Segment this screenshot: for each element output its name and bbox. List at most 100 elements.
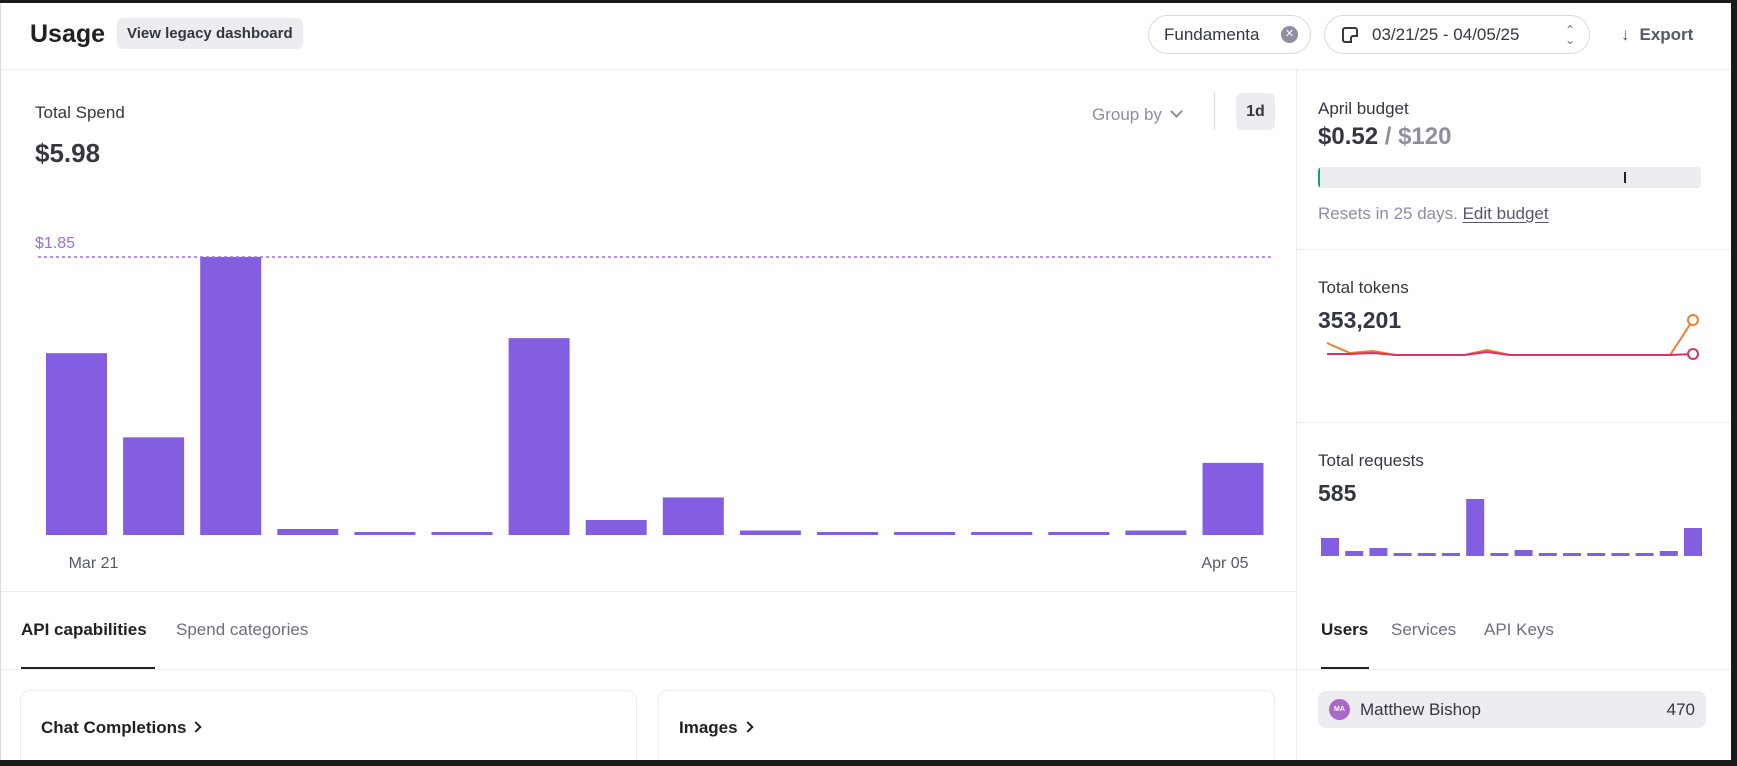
chevron-right-icon bbox=[741, 721, 754, 733]
user-name: Matthew Bishop bbox=[1360, 700, 1481, 719]
spend-bar bbox=[1048, 531, 1110, 535]
requests-bar bbox=[1611, 553, 1630, 556]
user-request-count: 470 bbox=[1666, 700, 1695, 719]
requests-bar bbox=[1684, 528, 1702, 556]
requests-bar bbox=[1417, 553, 1436, 556]
chat-completions-title[interactable]: Chat Completions bbox=[41, 718, 203, 738]
spend-bar bbox=[894, 531, 956, 535]
budget-limit: $120 bbox=[1398, 123, 1452, 150]
stats-column: April budget $0.52 / $120 Resets in 25 d… bbox=[1297, 70, 1731, 592]
download-icon: ↓ bbox=[1621, 25, 1630, 44]
requests-bar bbox=[1321, 538, 1339, 556]
budget-card: April budget $0.52 / $120 Resets in 25 d… bbox=[1297, 70, 1731, 250]
requests-bar bbox=[1345, 551, 1364, 556]
avatar: MA bbox=[1329, 699, 1350, 720]
spend-bar bbox=[200, 257, 262, 535]
spend-bar bbox=[817, 531, 878, 535]
date-range-label: 03/21/25 - 04/05/25 bbox=[1372, 24, 1520, 44]
spend-bar bbox=[508, 338, 570, 535]
edit-budget-link[interactable]: Edit budget bbox=[1463, 204, 1549, 223]
tab-services[interactable]: Services bbox=[1391, 620, 1456, 640]
chevron-right-icon bbox=[190, 721, 203, 733]
page-header: Usage View legacy dashboard Fundamenta ✕… bbox=[1, 3, 1731, 70]
active-tab-indicator bbox=[1321, 667, 1369, 669]
calendar-icon bbox=[1342, 26, 1358, 43]
requests-bar bbox=[1635, 553, 1654, 556]
breakdown-section: Users Services API Keys MA Matthew Bisho… bbox=[1297, 592, 1731, 760]
budget-threshold-marker bbox=[1624, 172, 1627, 183]
budget-label: April budget bbox=[1318, 99, 1409, 118]
user-row[interactable]: MA Matthew Bishop 470 bbox=[1318, 691, 1706, 728]
date-range-picker[interactable]: 03/21/25 - 04/05/25 ⌃ ⌄ bbox=[1324, 15, 1590, 54]
images-title[interactable]: Images bbox=[679, 718, 754, 738]
group-by-dropdown[interactable]: Group by bbox=[1092, 105, 1183, 125]
total-requests-card: Total requests 585 bbox=[1297, 423, 1731, 592]
tokens-series-line bbox=[1326, 319, 1694, 356]
requests-bar bbox=[1659, 551, 1678, 556]
spend-bar bbox=[46, 353, 107, 535]
tab-users[interactable]: Users bbox=[1321, 620, 1368, 640]
spend-bar bbox=[431, 531, 493, 535]
chat-completions-label: Chat Completions bbox=[41, 718, 187, 737]
requests-bar bbox=[1369, 548, 1388, 556]
budget-progress-bar bbox=[1318, 167, 1701, 188]
spend-bar bbox=[277, 528, 339, 535]
images-card[interactable]: Images bbox=[658, 690, 1275, 760]
spend-bar-chart: $1.85 Mar 21 Apr 05 bbox=[35, 235, 1271, 572]
export-button[interactable]: ↓ Export bbox=[1621, 25, 1693, 45]
tab-spend-categories[interactable]: Spend categories bbox=[176, 620, 308, 640]
tokens-series-endpoint bbox=[1687, 348, 1699, 360]
chevron-updown-icon: ⌃ ⌄ bbox=[1564, 23, 1575, 47]
capabilities-tabs: API capabilities Spend categories bbox=[1, 592, 1296, 670]
requests-mini-bar-chart bbox=[1321, 499, 1702, 556]
budget-spent: $0.52 bbox=[1318, 123, 1379, 150]
x-tick-label: Apr 05 bbox=[1201, 555, 1248, 572]
requests-bar bbox=[1563, 553, 1581, 556]
breakdown-tabs: Users Services API Keys bbox=[1297, 592, 1731, 670]
reset-label: Resets in 25 days. bbox=[1318, 204, 1458, 223]
spend-bar bbox=[123, 437, 185, 535]
spend-bar bbox=[971, 531, 1033, 535]
total-spend-label: Total Spend bbox=[35, 103, 125, 122]
spend-bar bbox=[739, 530, 801, 535]
tokens-sparkline bbox=[1326, 314, 1699, 360]
tab-api-capabilities[interactable]: API capabilities bbox=[21, 620, 147, 640]
max-value-label: $1.85 bbox=[35, 235, 75, 252]
spend-bar bbox=[585, 519, 647, 535]
total-spend-panel: Total Spend $5.98 Group by 1d $1.85 Mar 2… bbox=[1, 70, 1297, 592]
requests-bar bbox=[1587, 553, 1606, 556]
total-tokens-card: Total tokens 353,201 bbox=[1297, 250, 1731, 423]
spend-bar bbox=[1202, 462, 1264, 535]
spend-bar bbox=[1125, 530, 1187, 535]
requests-bar bbox=[1442, 553, 1460, 556]
spend-bar bbox=[354, 531, 416, 535]
clear-filter-icon[interactable]: ✕ bbox=[1281, 26, 1298, 43]
budget-separator: / bbox=[1378, 123, 1399, 150]
page-title: Usage bbox=[30, 20, 106, 48]
requests-bar bbox=[1538, 553, 1557, 556]
chevron-down-icon bbox=[1170, 105, 1183, 118]
divider bbox=[1214, 92, 1215, 130]
active-tab-indicator bbox=[21, 667, 155, 669]
x-tick-label: Mar 21 bbox=[69, 555, 119, 572]
interval-button[interactable]: 1d bbox=[1236, 93, 1275, 130]
spend-bar bbox=[662, 497, 724, 535]
export-label: Export bbox=[1639, 25, 1694, 44]
requests-bar bbox=[1514, 550, 1533, 556]
usage-page: Usage View legacy dashboard Fundamenta ✕… bbox=[0, 3, 1731, 760]
budget-amount: $0.52 / $120 bbox=[1318, 123, 1451, 151]
tokens-series-endpoint bbox=[1687, 314, 1699, 326]
project-filter-label: Fundamenta bbox=[1164, 24, 1260, 44]
group-by-label: Group by bbox=[1092, 105, 1162, 124]
images-label: Images bbox=[679, 718, 738, 737]
capabilities-section: API capabilities Spend categories Chat C… bbox=[1, 592, 1297, 760]
requests-bar bbox=[1490, 553, 1509, 556]
tab-api-keys[interactable]: API Keys bbox=[1484, 620, 1554, 640]
chat-completions-card[interactable]: Chat Completions bbox=[20, 690, 637, 760]
project-filter[interactable]: Fundamenta ✕ bbox=[1148, 15, 1311, 54]
budget-reset-text: Resets in 25 days. Edit budget bbox=[1318, 204, 1549, 224]
view-legacy-dashboard-button[interactable]: View legacy dashboard bbox=[117, 18, 303, 49]
requests-bar bbox=[1393, 553, 1412, 556]
budget-progress-fill bbox=[1318, 167, 1320, 188]
requests-bar bbox=[1466, 499, 1485, 556]
